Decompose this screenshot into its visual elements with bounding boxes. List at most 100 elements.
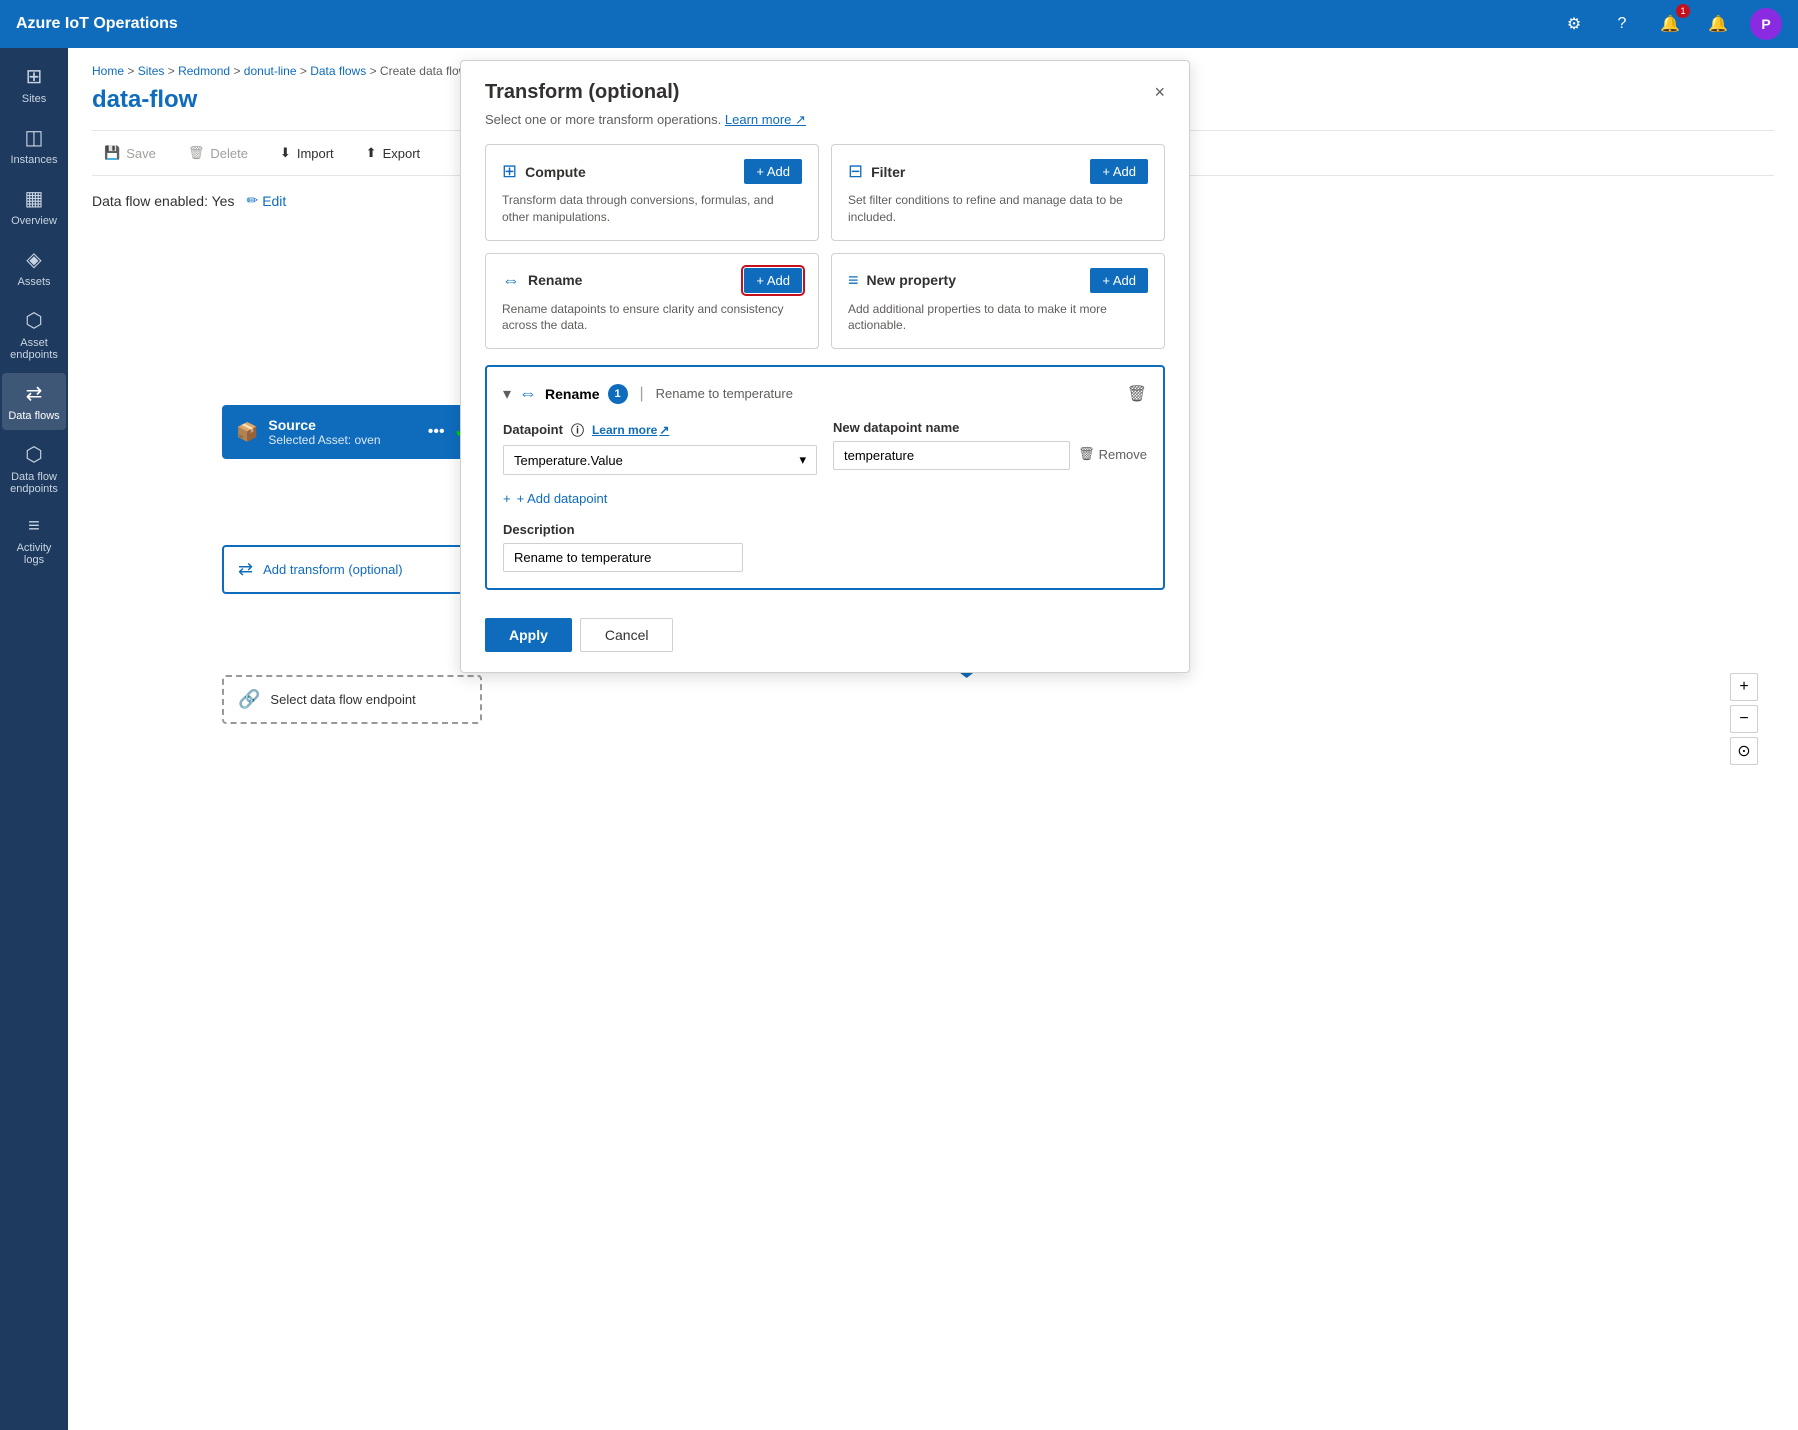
- rename-add-button[interactable]: + Add: [744, 268, 802, 293]
- remove-button[interactable]: 🗑 Remove: [1078, 446, 1147, 470]
- op-card-filter-header: ⊟ Filter + Add: [848, 159, 1148, 184]
- sidebar-item-asset-endpoints[interactable]: ⬡ Asset endpoints: [2, 300, 66, 369]
- sidebar-item-data-flows[interactable]: ⇄ Data flows: [2, 373, 66, 430]
- learn-more-link-datapoint[interactable]: Learn more ↗: [592, 423, 669, 437]
- new-property-add-button[interactable]: + Add: [1090, 268, 1148, 293]
- save-icon: 💾: [104, 145, 120, 161]
- delete-button[interactable]: 🗑 Delete: [176, 139, 260, 167]
- sidebar-item-label: Sites: [22, 93, 46, 105]
- description-label: Description: [503, 522, 1147, 537]
- compute-desc: Transform data through conversions, form…: [502, 192, 802, 226]
- rename-section-icon: ⇔: [519, 383, 537, 404]
- sidebar-item-activity-logs[interactable]: ≡ Activity logs: [2, 507, 66, 574]
- op-card-rename-header: ⇔ Rename + Add: [502, 268, 802, 293]
- op-card-new-property: ≡ New property + Add Add additional prop…: [831, 253, 1165, 350]
- sidebar-item-data-flow-endpoints[interactable]: ⬡ Data flow endpoints: [2, 434, 66, 503]
- datapoint-select[interactable]: Temperature.Value ▾: [503, 445, 817, 475]
- import-icon: ⬇: [280, 145, 291, 161]
- help-icon[interactable]: ?: [1606, 8, 1638, 40]
- cancel-button[interactable]: Cancel: [580, 618, 674, 652]
- zoom-in-button[interactable]: +: [1730, 673, 1758, 701]
- panel-title: Transform (optional): [485, 81, 679, 104]
- filter-add-button[interactable]: + Add: [1090, 159, 1148, 184]
- rename-badge: 1: [608, 384, 628, 404]
- panel-footer: Apply Cancel: [485, 606, 1165, 652]
- zoom-reset-button[interactable]: ⊙: [1730, 737, 1758, 765]
- alert-icon[interactable]: 🔔: [1702, 8, 1734, 40]
- sidebar-item-label: Instances: [10, 154, 57, 166]
- remove-icon: 🗑: [1078, 446, 1095, 462]
- source-node-content: Source Selected Asset: oven: [268, 417, 417, 447]
- new-name-label: New datapoint name: [833, 420, 1070, 435]
- sidebar-item-assets[interactable]: ◈ Assets: [2, 239, 66, 296]
- datapoint-field-group: Datapoint ⓘ Learn more ↗ Temperature.Val…: [503, 420, 817, 475]
- import-button[interactable]: ⬇ Import: [268, 139, 346, 167]
- app-title: Azure IoT Operations: [16, 15, 1558, 33]
- rename-separator: |: [640, 385, 644, 403]
- sidebar-item-label: Activity logs: [6, 542, 62, 566]
- rename-delete-button[interactable]: 🗑: [1127, 384, 1147, 404]
- source-node[interactable]: 📦 Source Selected Asset: oven ••• ✔: [222, 405, 482, 459]
- breadcrumb-home[interactable]: Home: [92, 64, 124, 78]
- op-card-filter: ⊟ Filter + Add Set filter conditions to …: [831, 144, 1165, 241]
- add-datapoint-plus-icon: +: [503, 491, 511, 506]
- notification-badge: 1: [1676, 4, 1690, 18]
- add-datapoint-button[interactable]: + + Add datapoint: [503, 491, 607, 506]
- data-flow-enabled-label: Data flow enabled: Yes: [92, 193, 234, 209]
- new-name-input[interactable]: [833, 441, 1070, 470]
- transform-panel: Transform (optional) × Select one or mor…: [460, 60, 1190, 673]
- op-card-compute-header: ⊞ Compute + Add: [502, 159, 802, 184]
- zoom-controls: + − ⊙: [1730, 673, 1758, 765]
- datapoint-info-icon: ⓘ: [571, 420, 584, 439]
- export-icon: ⬆: [366, 145, 377, 161]
- settings-icon[interactable]: ⚙: [1558, 8, 1590, 40]
- rename-section: ▾ ⇔ Rename 1 | Rename to temperature 🗑 D…: [485, 365, 1165, 590]
- source-node-menu[interactable]: •••: [428, 423, 445, 441]
- panel-close-button[interactable]: ×: [1154, 82, 1165, 103]
- zoom-out-button[interactable]: −: [1730, 705, 1758, 733]
- edit-button[interactable]: ✏ Edit: [246, 192, 286, 209]
- instances-icon: ◫: [25, 125, 44, 150]
- new-property-desc: Add additional properties to data to mak…: [848, 301, 1148, 335]
- nav-icons: ⚙ ? 🔔 1 🔔 P: [1558, 8, 1782, 40]
- transform-node[interactable]: ⇄ Add transform (optional): [222, 545, 482, 594]
- rename-desc: Rename datapoints to ensure clarity and …: [502, 301, 802, 335]
- compute-add-button[interactable]: + Add: [744, 159, 802, 184]
- breadcrumb-data-flows[interactable]: Data flows: [310, 64, 366, 78]
- filter-title: Filter: [871, 164, 905, 180]
- breadcrumb-donut-line[interactable]: donut-line: [244, 64, 297, 78]
- endpoint-node[interactable]: 🔗 Select data flow endpoint: [222, 675, 482, 724]
- sidebar-item-label: Data flow endpoints: [6, 471, 62, 495]
- sidebar-item-overview[interactable]: ▦ Overview: [2, 178, 66, 235]
- breadcrumb-sites[interactable]: Sites: [138, 64, 165, 78]
- export-button[interactable]: ⬆ Export: [354, 139, 432, 167]
- compute-title: Compute: [525, 164, 586, 180]
- learn-more-link-top[interactable]: Learn more ↗: [725, 112, 806, 127]
- op-card-compute: ⊞ Compute + Add Transform data through c…: [485, 144, 819, 241]
- new-property-title: New property: [867, 272, 956, 288]
- breadcrumb-redmond[interactable]: Redmond: [178, 64, 230, 78]
- rename-fields: Datapoint ⓘ Learn more ↗ Temperature.Val…: [503, 420, 1147, 475]
- filter-icon: ⊟: [848, 161, 863, 182]
- description-input[interactable]: [503, 543, 743, 572]
- apply-button[interactable]: Apply: [485, 618, 572, 652]
- sites-icon: ⊞: [26, 64, 43, 89]
- data-flows-icon: ⇄: [26, 381, 43, 406]
- source-node-title: Source: [268, 417, 417, 433]
- sidebar-item-instances[interactable]: ◫ Instances: [2, 117, 66, 174]
- save-button[interactable]: 💾 Save: [92, 139, 168, 167]
- breadcrumb-current: Create data flow: [380, 64, 467, 78]
- sidebar-item-label: Assets: [17, 276, 50, 288]
- sidebar-item-sites[interactable]: ⊞ Sites: [2, 56, 66, 113]
- rename-chevron-icon[interactable]: ▾: [503, 384, 511, 404]
- select-chevron-icon: ▾: [799, 452, 806, 468]
- activity-logs-icon: ≡: [28, 515, 40, 538]
- new-name-field-group: New datapoint name 🗑 Remove: [833, 420, 1147, 470]
- compute-icon: ⊞: [502, 161, 517, 182]
- edit-icon: ✏: [246, 192, 258, 209]
- avatar[interactable]: P: [1750, 8, 1782, 40]
- new-property-icon: ≡: [848, 270, 859, 291]
- source-node-subtitle: Selected Asset: oven: [268, 433, 417, 447]
- notification-bell[interactable]: 🔔 1: [1654, 8, 1686, 40]
- filter-desc: Set filter conditions to refine and mana…: [848, 192, 1148, 226]
